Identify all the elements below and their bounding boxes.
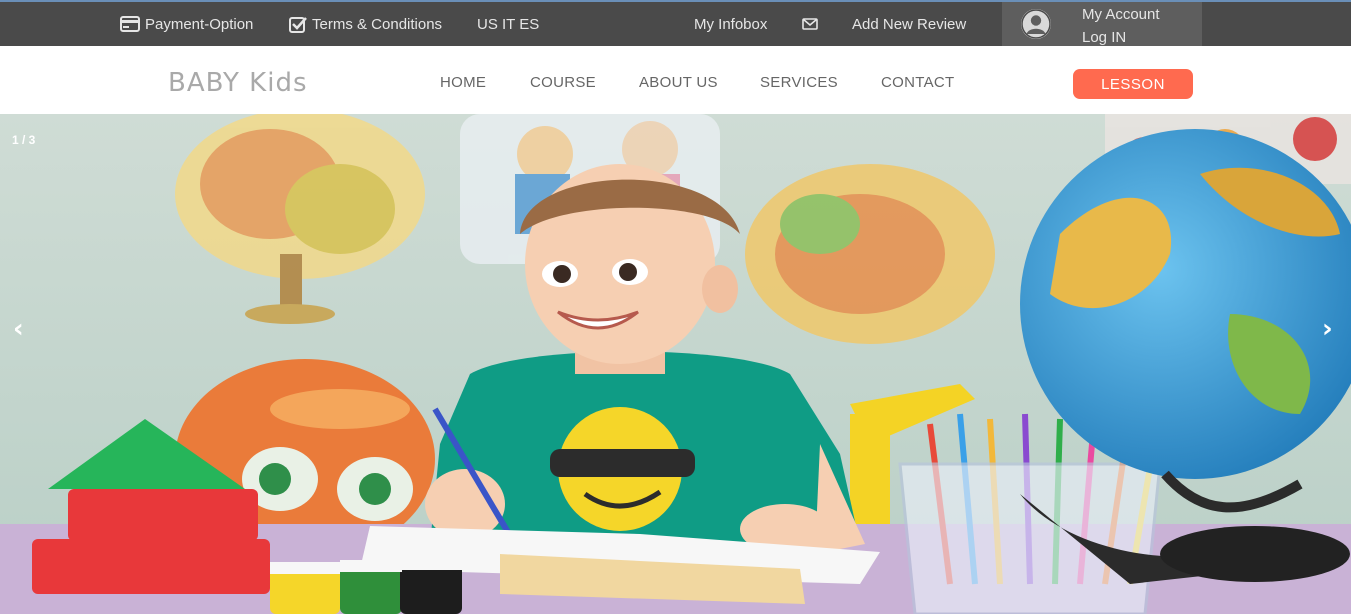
checkbox-icon: [289, 16, 307, 33]
my-account-link[interactable]: My Account: [1082, 3, 1160, 26]
nav-home[interactable]: HOME: [440, 74, 486, 91]
payment-option-link[interactable]: Payment-Option: [120, 2, 253, 46]
terms-conditions-link[interactable]: Terms & Conditions: [289, 2, 442, 46]
nav-contact[interactable]: CONTACT: [881, 74, 954, 91]
hero-slider: 1 / 3 ‹ ›: [0, 114, 1351, 614]
envelope-icon: [802, 18, 818, 30]
add-new-review-link[interactable]: Add New Review: [852, 2, 966, 46]
nav-course[interactable]: COURSE: [530, 74, 596, 91]
user-avatar-icon[interactable]: [1021, 9, 1051, 39]
slider-prev-arrow-icon[interactable]: ‹: [13, 314, 24, 344]
slider-next-arrow-icon[interactable]: ›: [1322, 314, 1333, 344]
language-switcher[interactable]: US IT ES: [477, 2, 539, 46]
slide-counter: 1 / 3: [12, 133, 36, 147]
terms-conditions-label: Terms & Conditions: [312, 15, 443, 33]
account-panel: My Account Log IN: [1002, 2, 1202, 46]
nav-about-us[interactable]: ABOUT US: [639, 74, 718, 91]
main-navbar: BABY Kids HOME COURSE ABOUT US SERVICES …: [0, 46, 1351, 114]
lesson-button[interactable]: LESSON: [1073, 69, 1193, 99]
hero-image: [0, 114, 1351, 614]
top-utility-bar: Payment-Option Terms & Conditions US IT …: [0, 0, 1351, 46]
my-infobox-link[interactable]: My Infobox: [694, 2, 767, 46]
payment-option-label: Payment-Option: [145, 15, 254, 33]
credit-card-icon: [120, 16, 140, 32]
nav-services[interactable]: SERVICES: [760, 74, 838, 91]
site-logo[interactable]: BABY Kids: [168, 68, 308, 98]
mail-link[interactable]: [802, 2, 818, 46]
